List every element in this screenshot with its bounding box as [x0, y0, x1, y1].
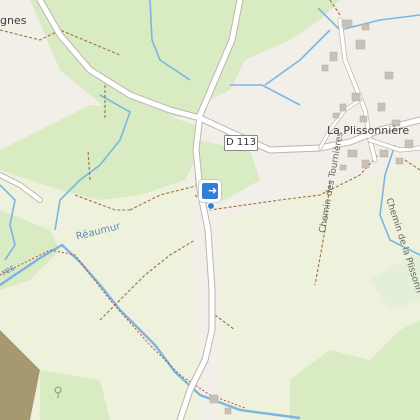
building [329, 51, 338, 62]
building [339, 103, 347, 112]
building [361, 23, 370, 31]
building [404, 139, 414, 149]
building [339, 164, 347, 171]
map-canvas[interactable]: gnes La Plissonnière D 113 Réaumur res C… [0, 0, 420, 420]
building [224, 407, 232, 415]
building [209, 394, 219, 404]
directions-marker[interactable]: ➜ [199, 180, 221, 202]
building [332, 112, 340, 119]
building [321, 64, 329, 72]
road-shield-d113: D 113 [224, 135, 258, 151]
directions-icon: ➜ [202, 183, 218, 199]
building [351, 92, 361, 102]
building [341, 19, 353, 28]
building [395, 157, 404, 165]
building [361, 159, 370, 169]
building [384, 71, 394, 80]
location-pin [207, 202, 215, 210]
building [379, 149, 389, 158]
map-layer [0, 0, 420, 420]
building [359, 115, 368, 123]
building [355, 39, 366, 50]
building [347, 149, 358, 158]
building [377, 102, 386, 112]
place-label-partial: gnes [0, 14, 27, 27]
